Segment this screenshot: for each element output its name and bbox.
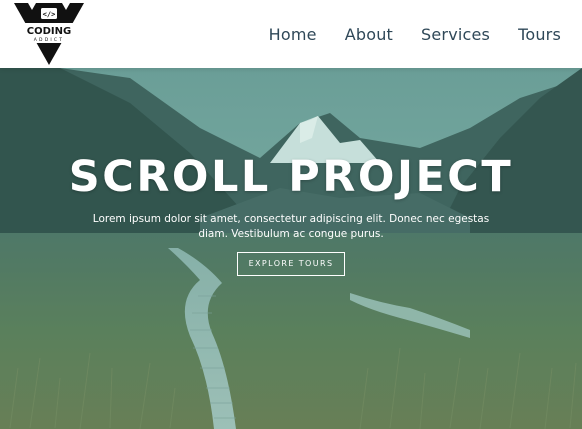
nav-item-about[interactable]: About	[345, 25, 393, 44]
logo-glyph: </>	[43, 11, 56, 19]
nav-item-tours[interactable]: Tours	[518, 25, 561, 44]
explore-tours-button[interactable]: EXPLORE TOURS	[236, 252, 346, 276]
navbar: </> CODING ADDICT Home About Services To…	[0, 0, 582, 68]
logo-tag: ADDICT	[34, 37, 64, 43]
logo-name: CODING	[27, 26, 71, 37]
coding-addict-logo-icon[interactable]: </> CODING ADDICT	[14, 3, 84, 65]
hero-section: SCROLL PROJECT Lorem ipsum dolor sit ame…	[0, 68, 582, 429]
nav-item-services[interactable]: Services	[421, 25, 490, 44]
nav-links: Home About Services Tours	[269, 0, 561, 68]
nav-item-home[interactable]: Home	[269, 25, 317, 44]
hero-description: Lorem ipsum dolor sit amet, consectetur …	[92, 213, 490, 240]
hero-content: SCROLL PROJECT Lorem ipsum dolor sit ame…	[0, 156, 582, 276]
hero-title: SCROLL PROJECT	[68, 152, 514, 202]
